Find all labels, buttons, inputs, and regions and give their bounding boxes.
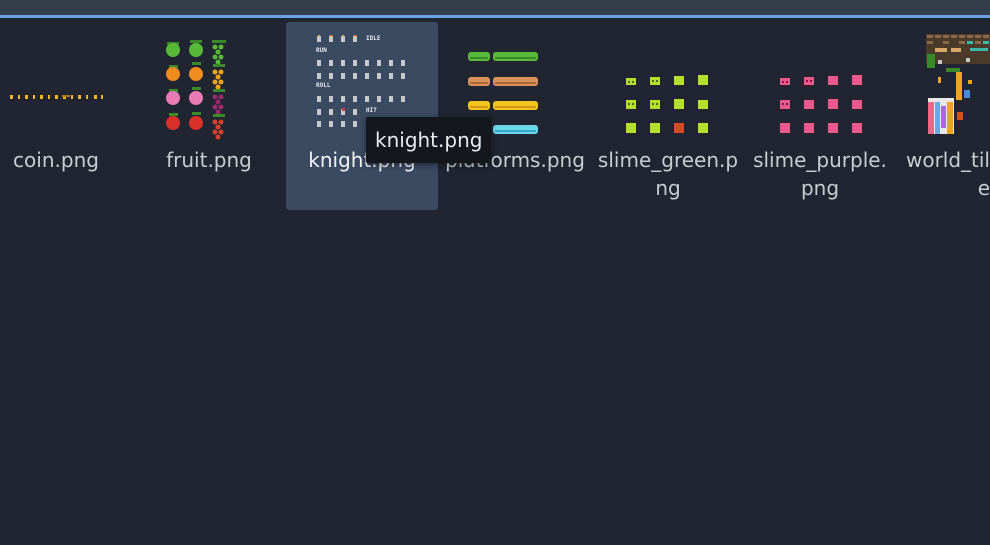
file-label: coin.png <box>13 148 99 172</box>
file-label: fruit.png <box>166 148 252 172</box>
slime-purple-sprite-icon <box>768 32 872 142</box>
svg-text:IDLE: IDLE <box>366 35 381 42</box>
file-item-world-tileset[interactable]: world_tileng <box>896 22 990 210</box>
file-label: world_tileng <box>905 148 990 210</box>
file-label: slime_green.p ng <box>597 148 739 200</box>
file-item-coin[interactable]: coin.png <box>0 22 132 210</box>
file-item-slime-purple[interactable]: slime_purple. png <box>744 22 896 210</box>
file-item-knight[interactable]: IDLE RUN ROLL HIT knight.png <box>286 22 438 210</box>
svg-text:HIT: HIT <box>366 107 377 114</box>
svg-text:RUN: RUN <box>316 47 327 54</box>
world-tileset-sprite-icon <box>926 32 990 142</box>
file-item-fruit[interactable]: fruit.png <box>133 22 285 210</box>
file-label: slime_purple. png <box>753 148 887 200</box>
coin-sprite-icon <box>4 32 108 142</box>
file-item-platforms[interactable]: platforms.png <box>439 22 591 210</box>
slime-green-sprite-icon <box>616 32 720 142</box>
file-grid: coin.png fruit.png IDLE RUN ROLL HIT kni… <box>0 18 990 545</box>
file-item-slime-green[interactable]: slime_green.p ng <box>592 22 744 210</box>
fruit-sprite-icon <box>157 32 261 142</box>
filename-tooltip: knight.png <box>366 117 492 163</box>
svg-text:ROLL: ROLL <box>316 82 331 89</box>
top-toolbar <box>0 0 990 15</box>
